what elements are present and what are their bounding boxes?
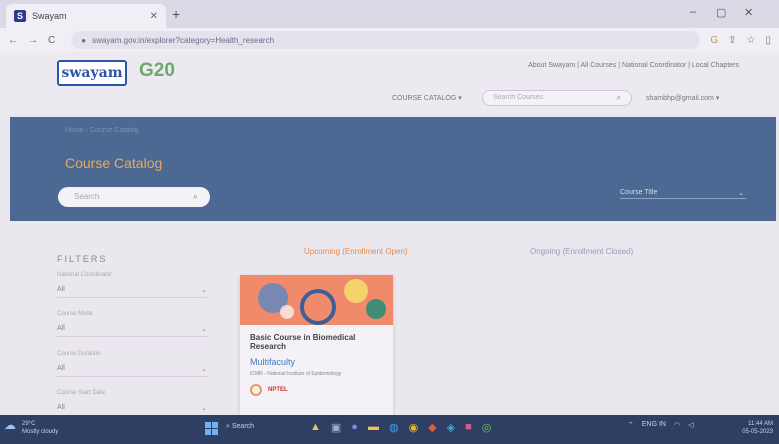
badge-label: NPTEL <box>268 387 288 393</box>
google-icon[interactable]: G <box>710 35 718 46</box>
chevron-down-icon: ⌄ <box>201 287 207 294</box>
new-tab-button[interactable]: + <box>172 6 180 22</box>
url-text: swayam.gov.in/explorer?category=Health_r… <box>92 35 275 45</box>
chevron-down-icon: ⌄ <box>201 366 207 373</box>
windows-taskbar: ☁ 29°C Mostly cloudy ⌕ Search ▲ ▣ ● ▬ ◍ … <box>0 415 779 444</box>
system-tray[interactable]: ⌃ ENG IN ◠ ◁ <box>628 421 694 429</box>
site-header: swayam G20 About Swayam | All Courses | … <box>0 52 779 114</box>
filter-label: Course Start Date <box>57 390 106 396</box>
start-button[interactable] <box>205 422 218 435</box>
filter-national-coordinator[interactable]: National Coordinator All ⌄ <box>57 272 207 298</box>
course-card[interactable]: Basic Course in Biomedical Research Mult… <box>240 275 393 415</box>
nptel-logo-icon <box>250 384 262 396</box>
weather-widget[interactable]: ☁ 29°C Mostly cloudy <box>4 419 59 436</box>
filter-label: National Coordinator <box>57 272 113 278</box>
breadcrumb[interactable]: Home › Course Catalog <box>65 127 139 134</box>
sidebar-icon[interactable]: ▯ <box>765 35 771 46</box>
tab-close-icon[interactable]: ✕ <box>150 11 158 22</box>
course-thumbnail <box>240 275 393 325</box>
language-indicator[interactable]: ENG IN <box>642 421 666 429</box>
filter-select[interactable]: All ⌄ <box>57 365 207 377</box>
filter-label: Course Mode <box>57 311 94 317</box>
header-search-placeholder: Search Courses <box>493 94 544 101</box>
sort-value: Course Title <box>620 189 658 196</box>
course-catalog-button[interactable]: COURSE CATALOG ▾ <box>392 94 462 102</box>
store-icon[interactable]: ◈ <box>447 421 455 434</box>
forward-button[interactable]: → <box>28 35 38 46</box>
address-bar: ← → C ● swayam.gov.in/explorer?category=… <box>0 28 779 52</box>
swayam-logo[interactable]: swayam <box>57 60 127 86</box>
sort-select[interactable]: Course Title ⌄ <box>620 189 746 199</box>
browser-tab[interactable]: S Swayam ✕ <box>6 4 166 28</box>
window-close-button[interactable]: ✕ <box>744 6 753 19</box>
edge-icon[interactable]: ◍ <box>389 421 399 434</box>
clock-date: 05-05-2023 <box>742 429 773 435</box>
minimize-button[interactable]: – <box>690 6 696 18</box>
widgets-icon[interactable]: ▲ <box>310 421 321 434</box>
top-links[interactable]: About Swayam | All Courses | National Co… <box>528 62 739 69</box>
cloud-icon: ☁ <box>4 418 16 432</box>
taskbar-clock[interactable]: 11:44 AM 05-05-2023 <box>742 420 773 436</box>
g20-logo: G20 <box>139 60 175 81</box>
filter-label: Course Duration <box>57 351 101 357</box>
filter-start-date[interactable]: Course Start Date All ⌄ <box>57 390 207 416</box>
weather-desc: Mostly cloudy <box>22 429 59 435</box>
task-view-icon[interactable]: ▣ <box>331 421 341 434</box>
catalog-search-placeholder: Search <box>74 192 100 201</box>
explorer-icon[interactable]: ▬ <box>368 421 379 434</box>
star-icon[interactable]: ☆ <box>747 35 756 46</box>
swayam-favicon-icon: S <box>14 10 26 22</box>
filter-course-duration[interactable]: Course Duration All ⌄ <box>57 351 207 377</box>
tab-ongoing[interactable]: Ongoing (Enrollment Closed) <box>530 247 633 256</box>
course-instructor: Multifaculty <box>250 357 296 367</box>
taskbar-search[interactable]: ⌕ Search <box>226 423 254 431</box>
chrome-active-icon[interactable]: ◎ <box>482 421 492 434</box>
tray-chevron-icon[interactable]: ⌃ <box>628 421 634 429</box>
page-title: Course Catalog <box>65 155 163 171</box>
tab-upcoming[interactable]: Upcoming (Enrollment Open) <box>304 247 408 256</box>
search-icon[interactable]: ⌕ <box>193 191 198 202</box>
wifi-icon[interactable]: ◠ <box>674 421 680 429</box>
filters-heading: FILTERS <box>57 254 108 264</box>
chrome-icon[interactable]: ◉ <box>409 421 419 434</box>
share-icon[interactable]: ⇪ <box>728 35 736 46</box>
course-title[interactable]: Basic Course in Biomedical Research <box>250 333 383 351</box>
header-search-input[interactable]: Search Courses ⌕ <box>482 90 632 106</box>
reload-button[interactable]: C <box>48 35 55 46</box>
filter-select[interactable]: All ⌄ <box>57 325 207 337</box>
filter-course-mode[interactable]: Course Mode All ⌄ <box>57 311 207 337</box>
app-icon[interactable]: ■ <box>465 421 472 434</box>
teams-icon[interactable]: ● <box>351 421 358 434</box>
tab-title: Swayam <box>32 11 67 21</box>
chevron-down-icon: ⌄ <box>201 405 207 412</box>
search-icon[interactable]: ⌕ <box>617 93 621 103</box>
user-email-menu[interactable]: shambhp@gmail.com ▾ <box>646 94 719 102</box>
back-button[interactable]: ← <box>8 35 18 46</box>
browser-tabbar: S Swayam ✕ + – ▢ ✕ <box>0 0 779 28</box>
clock-time: 11:44 AM <box>748 421 773 427</box>
weather-temp: 29°C <box>22 421 36 427</box>
office-icon[interactable]: ◆ <box>428 421 436 434</box>
chevron-down-icon: ⌄ <box>201 326 207 333</box>
lock-icon: ● <box>81 35 87 45</box>
catalog-search-input[interactable]: Search ⌕ <box>58 187 210 207</box>
maximize-button[interactable]: ▢ <box>716 6 726 19</box>
browser-toolbar-icons: G ⇪ ☆ ▯ <box>710 35 771 46</box>
volume-icon[interactable]: ◁ <box>688 421 693 429</box>
catalog-banner: Home › Course Catalog Course Catalog Sea… <box>10 117 776 221</box>
filter-select[interactable]: All ⌄ <box>57 286 207 298</box>
chevron-down-icon: ⌄ <box>738 190 744 197</box>
taskbar-apps: ▲ ▣ ● ▬ ◍ ◉ ◆ ◈ ■ ◎ <box>310 421 491 434</box>
url-field[interactable]: ● swayam.gov.in/explorer?category=Health… <box>71 31 701 49</box>
nptel-badge: NPTEL <box>250 384 383 396</box>
course-institute: ICMR - National Institute of Epidemiolog… <box>250 371 342 377</box>
